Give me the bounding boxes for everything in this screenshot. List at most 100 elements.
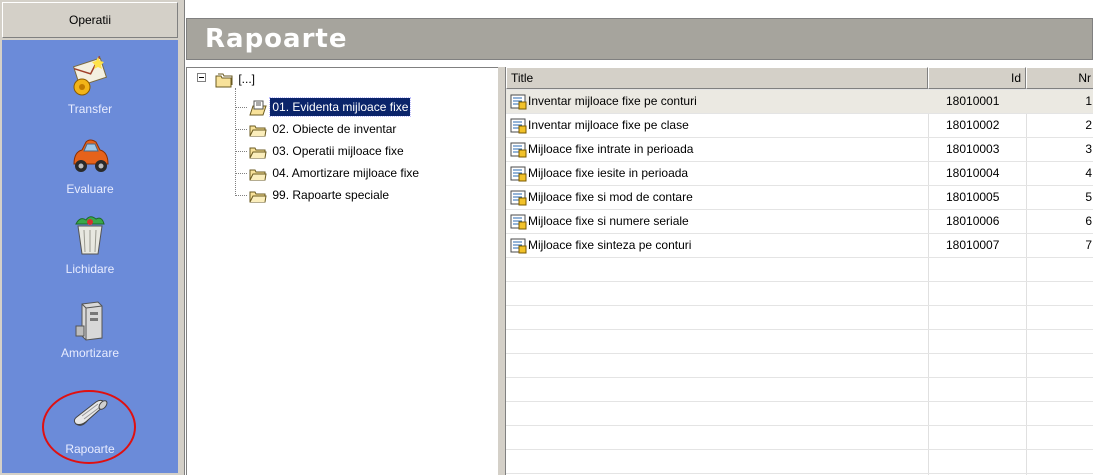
grid-line: [506, 473, 1093, 474]
grid-line: [506, 377, 1093, 378]
tree-root[interactable]: [...]: [215, 70, 257, 88]
row-nr: 1: [1085, 94, 1092, 108]
report-icon: [510, 166, 528, 182]
row-title: Mijloace fixe si mod de contare: [510, 185, 693, 209]
tree-connector: [235, 129, 247, 130]
folders-icon: [215, 73, 233, 88]
row-title-text: Mijloace fixe intrate in perioada: [528, 142, 694, 156]
row-id: 18010006: [946, 214, 1000, 228]
tree-item-label: 02. Obiecte de inventar: [272, 122, 397, 136]
row-nr: 3: [1085, 142, 1092, 156]
car-icon: [73, 139, 109, 172]
table-row[interactable]: Inventar mijloace fixe pe conturi 1801000…: [506, 89, 1093, 113]
row-id: 18010007: [946, 238, 1000, 252]
op-amortizare[interactable]: Amortizare: [2, 298, 178, 372]
category-tree[interactable]: [...] 01. Evidenta mijloace fixe 02. Obi…: [186, 67, 498, 475]
row-nr: 4: [1085, 166, 1092, 180]
operations-sidebar: Operatii Transfer Evaluare Lichidare Amo…: [0, 0, 185, 475]
operations-header-button[interactable]: Operatii: [2, 2, 178, 38]
grid-line: [506, 89, 1093, 90]
report-icon: [510, 214, 528, 230]
table-row[interactable]: Mijloace fixe intrate in perioada 1801000…: [506, 137, 1093, 161]
table-row[interactable]: Mijloace fixe si numere seriale 18010006 6: [506, 209, 1093, 233]
row-nr: 6: [1085, 214, 1092, 228]
tree-connector: [235, 173, 247, 174]
grid-line: [506, 281, 1093, 282]
row-title-text: Mijloace fixe iesite in perioada: [528, 166, 689, 180]
row-id: 18010001: [946, 94, 1000, 108]
page-title: Rapoarte: [205, 24, 348, 54]
op-transfer-label: Transfer: [67, 102, 113, 116]
tree-item-02[interactable]: 02. Obiecte de inventar: [249, 120, 398, 138]
folder-icon: [249, 147, 267, 159]
op-lichidare[interactable]: Lichidare: [2, 214, 178, 288]
tree-item-label: 04. Amortizare mijloace fixe: [272, 166, 420, 180]
tree-item-03[interactable]: 03. Operatii mijloace fixe: [249, 142, 406, 160]
row-title-text: Inventar mijloace fixe pe conturi: [528, 94, 697, 108]
grid-line: [506, 113, 1093, 114]
report-icon: [510, 142, 528, 158]
server-icon: [75, 301, 103, 341]
op-lichidare-label: Lichidare: [65, 262, 115, 276]
grid-line: [506, 137, 1093, 138]
column-header-title[interactable]: Title: [506, 67, 928, 89]
highlight-ring: [42, 390, 136, 464]
row-title: Mijloace fixe sinteza pe conturi: [510, 233, 691, 257]
grid-line: [506, 329, 1093, 330]
row-title-text: Mijloace fixe si mod de contare: [528, 190, 693, 204]
collapse-toggle-icon[interactable]: [197, 73, 206, 82]
title-bar: Rapoarte: [186, 18, 1093, 60]
panel-splitter[interactable]: [498, 67, 506, 475]
open-report-icon: [249, 100, 267, 116]
tree-item-04[interactable]: 04. Amortizare mijloace fixe: [249, 164, 421, 182]
grid-line: [506, 449, 1093, 450]
grid-line: [506, 353, 1093, 354]
op-evaluare-label: Evaluare: [66, 182, 114, 196]
row-title-text: Inventar mijloace fixe pe clase: [528, 118, 689, 132]
tree-connector: [235, 151, 247, 152]
tree-item-label: 99. Rapoarte speciale: [272, 188, 390, 202]
grid-line: [506, 401, 1093, 402]
row-id: 18010005: [946, 190, 1000, 204]
row-title-text: Mijloace fixe si numere seriale: [528, 214, 689, 228]
grid-line: [506, 305, 1093, 306]
report-icon: [510, 190, 528, 206]
table-row[interactable]: Mijloace fixe iesite in perioada 18010004…: [506, 161, 1093, 185]
grid-line: [506, 161, 1093, 162]
row-nr: 5: [1085, 190, 1092, 204]
column-header-id[interactable]: Id: [928, 67, 1026, 89]
grid-line: [506, 185, 1093, 186]
row-title: Mijloace fixe si numere seriale: [510, 209, 689, 233]
report-icon: [510, 118, 528, 134]
row-nr: 7: [1085, 238, 1092, 252]
row-title-text: Mijloace fixe sinteza pe conturi: [528, 238, 692, 252]
op-evaluare[interactable]: Evaluare: [2, 134, 178, 208]
tree-connector: [235, 195, 247, 196]
tree-item-label: 01. Evidenta mijloace fixe: [269, 97, 412, 117]
row-title: Inventar mijloace fixe pe clase: [510, 113, 689, 137]
operations-panel: Transfer Evaluare Lichidare Amortizare R…: [2, 40, 178, 473]
tree-item-01[interactable]: 01. Evidenta mijloace fixe: [249, 97, 412, 117]
table-row[interactable]: Mijloace fixe si mod de contare 18010005 5: [506, 185, 1093, 209]
grid-line: [506, 233, 1093, 234]
row-title: Mijloace fixe intrate in perioada: [510, 137, 693, 161]
row-title: Inventar mijloace fixe pe conturi: [510, 89, 697, 113]
column-header-nr[interactable]: Nr: [1026, 67, 1093, 89]
row-title: Mijloace fixe iesite in perioada: [510, 161, 688, 185]
transfer-envelope-icon: [72, 55, 108, 96]
folder-icon: [249, 169, 267, 181]
main-area: Rapoarte [...] 01. Evidenta mijloace fix…: [186, 0, 1093, 475]
report-list[interactable]: Title Id Nr Inventar mijloace fixe pe co…: [506, 67, 1093, 475]
folder-icon: [249, 125, 267, 137]
tree-connector: [235, 88, 236, 196]
grid-line: [506, 257, 1093, 258]
grid-line: [506, 209, 1093, 210]
table-row[interactable]: Mijloace fixe sinteza pe conturi 18010007…: [506, 233, 1093, 257]
table-row[interactable]: Inventar mijloace fixe pe clase 18010002 2: [506, 113, 1093, 137]
tree-item-label: 03. Operatii mijloace fixe: [272, 144, 404, 158]
tree-root-label: [...]: [238, 72, 256, 86]
folder-icon: [249, 191, 267, 203]
tree-item-99[interactable]: 99. Rapoarte speciale: [249, 186, 391, 204]
op-transfer[interactable]: Transfer: [2, 54, 178, 128]
grid-line: [506, 425, 1093, 426]
